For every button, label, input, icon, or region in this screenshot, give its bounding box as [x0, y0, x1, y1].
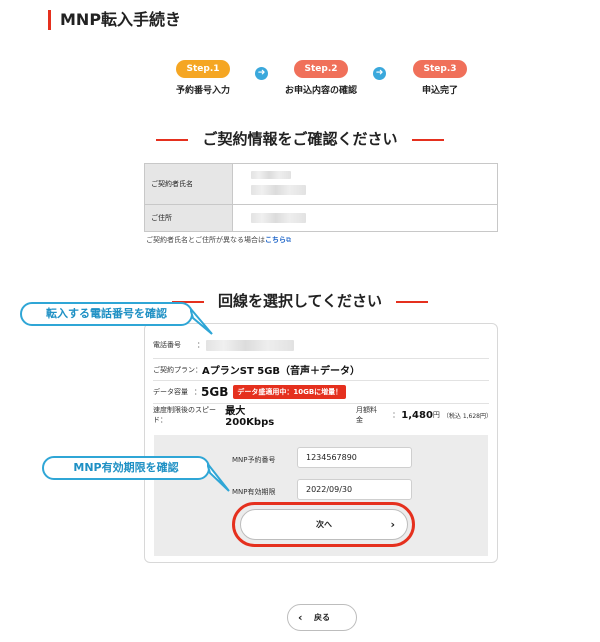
phone-value-redacted — [206, 339, 294, 351]
speed-value: 最大200Kbps — [225, 406, 275, 428]
heading-line-right — [411, 138, 444, 141]
name-value-redacted — [233, 164, 497, 204]
step-2: Step.2 お申込内容の確認 — [281, 56, 361, 96]
step-1-pill: Step.1 — [176, 60, 230, 78]
mnp-expiry-label: MNP有効期限 — [232, 488, 276, 496]
fee-colon: ： — [392, 411, 400, 419]
chevron-right-icon: › — [390, 518, 395, 531]
heading-line-left — [156, 138, 189, 141]
arrow-right-icon: ➜ — [255, 67, 268, 80]
line-heading-text: 回線を選択してください — [217, 292, 383, 310]
back-button-label: 戻る — [314, 613, 330, 622]
next-button[interactable]: 次へ › — [240, 509, 408, 540]
name-label: ご契約者氏名 — [145, 164, 233, 204]
arrow-right-icon: ➜ — [373, 67, 386, 80]
address-note: ご契約者氏名とご住所が異なる場合はこちら⧉ — [146, 235, 291, 245]
callout-expiry: MNP有効期限を確認 — [42, 456, 210, 480]
data-bonus-badge: データ盛適用中：10GBに増量！ — [233, 385, 347, 399]
external-link-icon: ⧉ — [286, 236, 291, 244]
phone-colon: ： — [197, 341, 204, 349]
address-change-link[interactable]: こちら — [265, 236, 286, 244]
phone-row: 電話番号 ： — [153, 332, 489, 359]
callout-phone-pointer — [190, 307, 213, 335]
contract-heading: ご契約情報をご確認ください — [0, 128, 600, 149]
fee-tax: （税込 1,628円） — [442, 412, 492, 420]
data-colon: ： — [194, 388, 201, 396]
step-3: Step.3 申込完了 — [400, 56, 480, 96]
address-value-redacted — [233, 205, 497, 231]
data-value: 5GB — [201, 385, 229, 399]
chevron-left-icon: ‹ — [298, 611, 303, 624]
address-note-text: ご契約者氏名とご住所が異なる場合は — [146, 236, 265, 244]
speed-label: 速度制限後のスピード： — [153, 406, 216, 424]
data-label: データ容量 — [153, 388, 188, 396]
contract-row-name: ご契約者氏名 — [145, 164, 497, 204]
plan-row: ご契約プラン： AプランST 5GB（音声＋データ） — [153, 359, 489, 381]
contract-row-address: ご住所 — [145, 204, 497, 231]
phone-label: 電話番号 — [153, 341, 181, 349]
speed-fee-row: 速度制限後のスピード： 最大200Kbps 月額料金 ： 1,480 円 （税込… — [153, 404, 492, 428]
contract-table: ご契約者氏名 ご住所 — [144, 163, 498, 232]
next-button-label: 次へ — [316, 520, 332, 529]
mnp-expiry-input[interactable]: 2022/09/30 — [297, 479, 412, 500]
plan-label: ご契約プラン： — [153, 365, 202, 374]
fee-value: 1,480 — [401, 409, 433, 421]
mnp-number-label: MNP予約番号 — [232, 456, 276, 464]
heading-line-right — [396, 300, 429, 303]
step-1-label: 予約番号入力 — [175, 86, 230, 96]
step-2-label: お申込内容の確認 — [284, 86, 357, 96]
step-2-pill: Step.2 — [294, 60, 348, 78]
contract-heading-text: ご契約情報をご確認ください — [202, 130, 398, 148]
page-title: MNP転入手続き — [48, 10, 181, 30]
callout-phone: 転入する電話番号を確認 — [20, 302, 193, 326]
callout-expiry-pointer — [207, 462, 230, 492]
back-button[interactable]: ‹ 戻る — [287, 604, 357, 631]
data-row: データ容量 ： 5GB データ盛適用中：10GBに増量！ — [153, 381, 489, 404]
fee-unit: 円 — [432, 411, 440, 419]
step-1: Step.1 予約番号入力 — [163, 56, 243, 96]
plan-value: AプランST 5GB（音声＋データ） — [202, 366, 361, 377]
step-3-pill: Step.3 — [413, 60, 467, 78]
fee-label: 月額料金 — [355, 406, 377, 424]
step-3-label: 申込完了 — [421, 86, 458, 96]
mnp-number-input[interactable]: 1234567890 — [297, 447, 412, 468]
address-label: ご住所 — [145, 205, 233, 231]
